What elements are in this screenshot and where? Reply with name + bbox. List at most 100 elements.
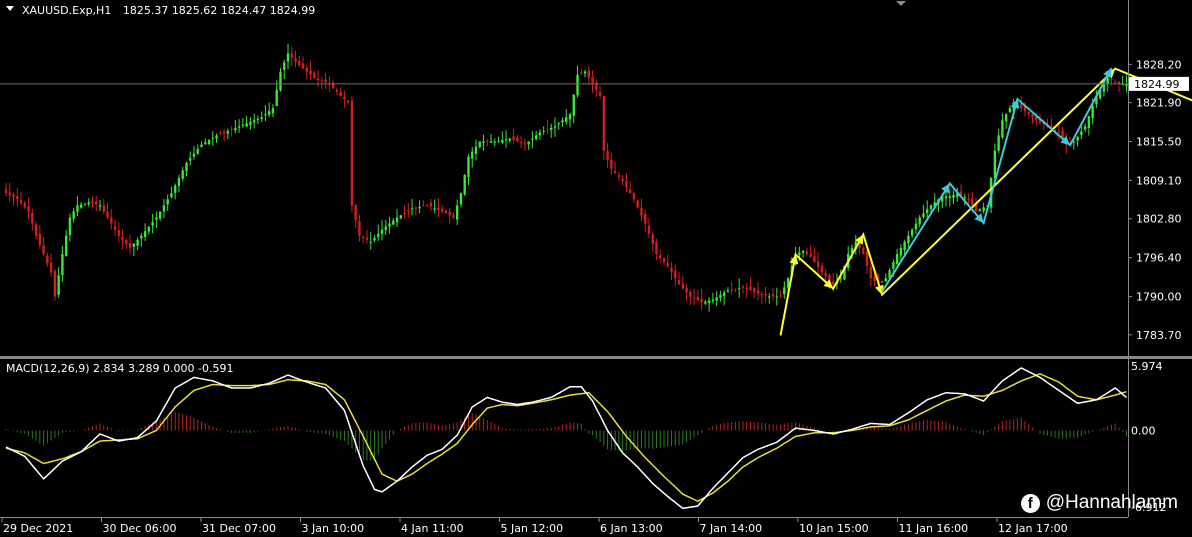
candle-body (1020, 104, 1023, 109)
time-tick-label: 30 Dec 06:00 (103, 522, 177, 535)
candle-body (234, 127, 237, 131)
candle-body (121, 236, 124, 240)
candle-body (813, 256, 816, 263)
candle-body (903, 241, 906, 251)
candle-body (64, 235, 68, 256)
candle-body (425, 205, 429, 207)
candle-body (963, 197, 966, 199)
candle-body (730, 289, 733, 291)
candle-body (1110, 78, 1113, 80)
candle-body (572, 94, 575, 116)
candle-body (741, 286, 745, 288)
candle-body (467, 156, 470, 177)
candle-body (87, 202, 90, 205)
candle-body (369, 241, 372, 243)
candle-body (53, 270, 57, 297)
candle-body (749, 286, 752, 291)
candle-body (260, 117, 263, 120)
macd-title: MACD(12,26,9) 2.834 3.289 0.000 -0.591 (6, 362, 233, 375)
candle-body (286, 53, 290, 62)
candle-body (677, 279, 681, 285)
candle-body (722, 292, 726, 297)
candle-body (249, 121, 252, 126)
candle-body (892, 262, 895, 269)
candle-body (726, 290, 730, 292)
candle-body (320, 80, 324, 82)
candle-body (783, 287, 786, 295)
candle-body (72, 211, 75, 219)
candle-body (117, 230, 120, 236)
candle-body (553, 126, 557, 128)
candle-body (1057, 131, 1060, 133)
candle-body (275, 89, 278, 106)
candle-body (704, 301, 707, 304)
candle-body (738, 288, 741, 290)
candle-body (158, 211, 162, 219)
candle-body (997, 135, 1000, 151)
candle-body (865, 251, 869, 267)
candle-body (23, 202, 26, 208)
candle-body (598, 91, 602, 96)
candle-body (350, 100, 354, 206)
candle-body (734, 288, 737, 290)
candle-body (294, 58, 297, 62)
time-tick-label: 11 Jan 16:00 (899, 522, 969, 535)
candle-body (80, 204, 83, 208)
price-tick-label: 1790.00 (1136, 291, 1182, 304)
price-tick-label: 1796.40 (1136, 252, 1182, 265)
candle-body (102, 205, 105, 212)
candle-body (910, 229, 914, 236)
candle-body (715, 297, 718, 301)
candle-body (301, 63, 305, 69)
candle-body (512, 136, 515, 141)
candle-body (568, 114, 572, 120)
candle-body (1091, 106, 1094, 119)
candle-body (143, 231, 147, 238)
candle-body (162, 205, 166, 212)
candle-body (753, 288, 756, 292)
candle-body (971, 198, 974, 206)
candle-body (775, 296, 778, 298)
candle-body (16, 196, 19, 200)
candle-body (388, 223, 391, 227)
candle-body (403, 212, 406, 214)
candle-body (61, 253, 64, 276)
candle-body (918, 217, 921, 225)
candle-body (674, 270, 677, 279)
candle-body (662, 257, 666, 263)
candle-body (339, 92, 342, 96)
candle-body (993, 150, 997, 179)
candle-body (926, 209, 929, 213)
candle-body (279, 71, 282, 91)
candle-body (591, 76, 594, 84)
price-tick-label: 1821.90 (1136, 97, 1182, 110)
candle-body (1076, 136, 1079, 141)
candle-body (207, 140, 211, 145)
candle-body (181, 170, 184, 179)
candle-body (508, 138, 512, 141)
candle-body (628, 189, 632, 194)
candle-body (358, 220, 361, 236)
candle-body (561, 120, 564, 123)
candle-body (610, 159, 613, 169)
candle-body (756, 290, 760, 294)
candle-body (166, 199, 169, 205)
candle-body (132, 243, 136, 247)
candle-body (373, 237, 376, 241)
candle-body (478, 141, 481, 148)
candle-body (914, 223, 918, 230)
candle-body (459, 193, 463, 205)
candle-body (125, 239, 128, 244)
candle-body (534, 135, 538, 140)
candle-body (230, 128, 233, 130)
candle-body (670, 267, 673, 273)
trading-chart[interactable]: 1828.20 1821.90 1815.50 1809.10 1802.80 1796.… (0, 0, 1192, 537)
candle-body (745, 287, 748, 289)
time-tick-label: 3 Jan 10:00 (302, 522, 365, 535)
candle-body (489, 141, 493, 143)
time-tick-label: 29 Dec 2021 (3, 522, 73, 535)
candle-body (952, 194, 955, 199)
candle-body (444, 210, 448, 214)
candle-body (1001, 120, 1004, 138)
candle-body (264, 114, 267, 116)
